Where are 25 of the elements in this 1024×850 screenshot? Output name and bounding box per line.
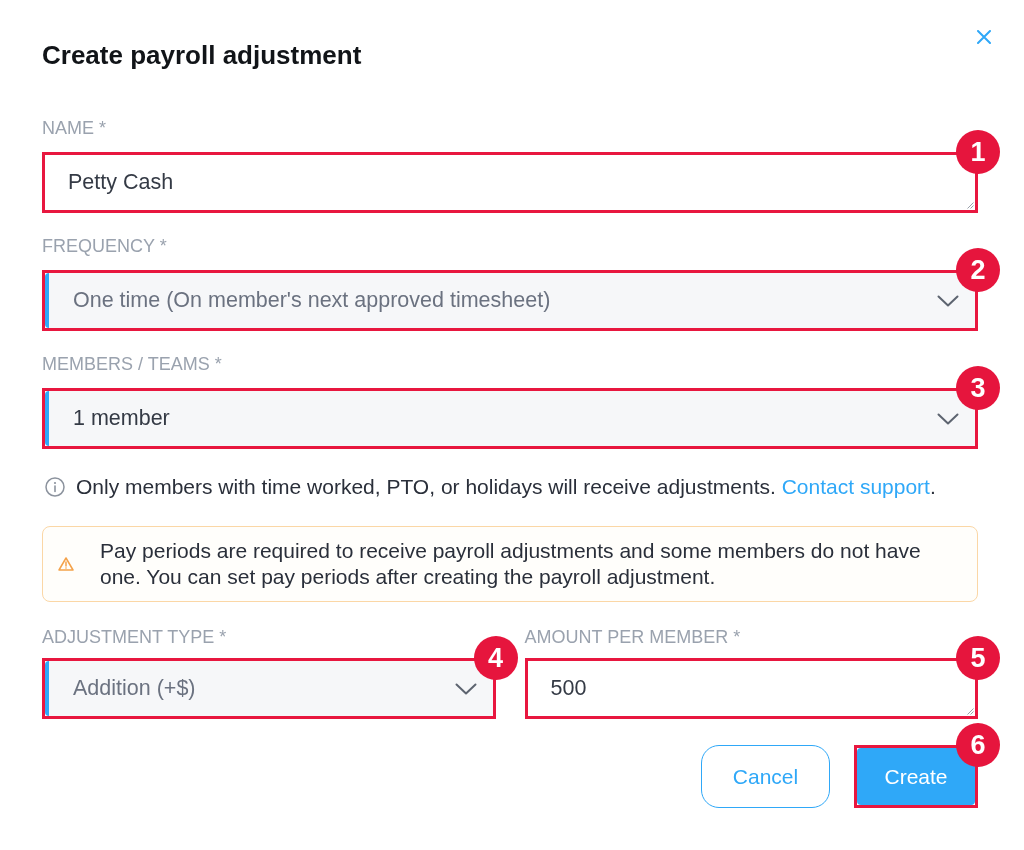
field-label: ADJUSTMENT TYPE * <box>42 627 228 647</box>
info-icon <box>45 477 65 497</box>
info-text: Only members with time worked, PTO, or holidays will receive adjustments. Contact support. <box>76 475 936 499</box>
close-icon <box>977 30 991 44</box>
warning-icon <box>58 557 74 571</box>
callout-badge: 4 <box>473 636 518 680</box>
callout-badge: 5 <box>956 636 1000 680</box>
cancel-button[interactable]: Cancel <box>701 745 830 808</box>
resize-grip-icon <box>967 202 974 209</box>
close-button[interactable] <box>977 30 991 44</box>
field-label: MEMBERS / TEAMS * <box>42 354 223 374</box>
field-label: FREQUENCY * <box>42 236 168 256</box>
chevron-down-icon <box>937 294 959 307</box>
warning-text: Pay periods are required to receive payroll adjustments and some members do not have one. You can set pay periods after creating the payroll adjustment. <box>100 538 922 590</box>
field-label: NAME * <box>42 118 107 138</box>
chevron-down-icon <box>454 682 477 695</box>
callout-badge: 3 <box>956 366 1000 410</box>
field-label: AMOUNT PER MEMBER * <box>524 627 742 647</box>
chevron-down-icon <box>937 412 959 425</box>
resize-grip-icon <box>967 708 974 715</box>
contact-support-link[interactable]: Contact support <box>781 475 930 498</box>
callout-badge: 6 <box>956 723 1000 767</box>
callout-badge: 2 <box>956 248 1000 292</box>
callout-badge: 1 <box>956 130 1000 174</box>
dialog-title: Create payroll adjustment <box>42 41 362 69</box>
